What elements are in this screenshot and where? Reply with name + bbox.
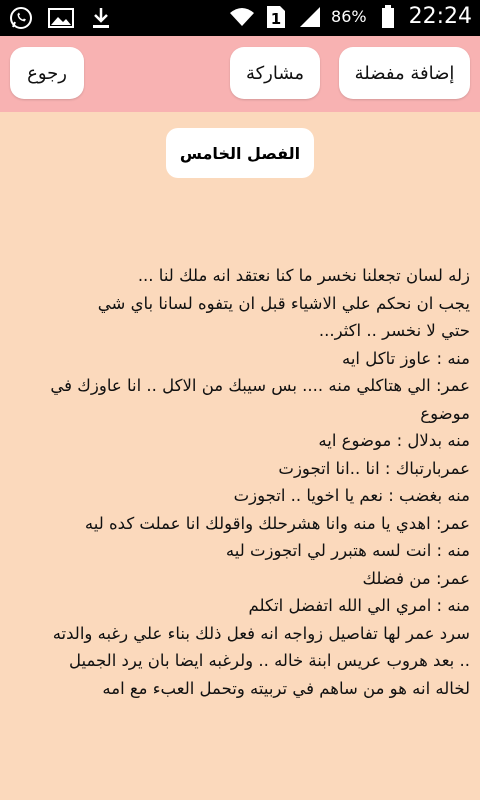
story-line: منه : عاوز تاكل ايه [341, 348, 470, 368]
story-line: سرد عمر لها تفاصيل زواجه انه فعل ذلك بنا… [52, 623, 470, 643]
sim-icon: 1 [263, 5, 289, 29]
notification-icons [8, 6, 114, 30]
chapter-title: الفصل الخامس [166, 128, 314, 178]
story-line: لخاله انه هو من ساهم في تربيته وتحمل الع… [102, 678, 470, 698]
signal-icon [297, 5, 323, 29]
story-line: .. بعد هروب عريس ابنة خاله .. ولرغبه ايض… [69, 651, 470, 670]
sim-badge: 1 [271, 10, 281, 28]
whatsapp-icon [8, 6, 34, 30]
share-button[interactable]: مشاركة [230, 47, 320, 99]
add-favorite-button[interactable]: إضافة مفضلة [339, 47, 470, 99]
action-bar: إضافة مفضلة مشاركة رجوع [0, 36, 480, 112]
story-line: منه بغضب : نعم يا اخويا .. اتجوزت [233, 486, 470, 505]
clock: 22:24 [408, 4, 472, 29]
story-line: منه : امري الي الله اتفضل اتكلم [248, 596, 470, 615]
status-bar: 1 86% 22:24 [0, 0, 480, 36]
back-button[interactable]: رجوع [10, 47, 84, 99]
story-line: عمر: اهدي يا منه وانا هشرحلك واقولك انا … [84, 513, 470, 533]
story-line: منه بدلال : موضوع ايه [318, 431, 470, 450]
story-line: موضوع [420, 403, 470, 423]
story-line: عمربارتباك : انا ..انا اتجوزت [278, 458, 470, 478]
battery-icon [375, 4, 401, 29]
story-line: عمر: الي هتاكلي منه .... بس سيبك من الاك… [50, 376, 470, 395]
story-line: منه : انت لسه هتبرر لي اتجوزت ليه [225, 541, 470, 560]
wifi-icon [229, 5, 255, 29]
download-icon [88, 6, 114, 30]
story-line: حتي لا نخسر .. اكثر... [318, 321, 470, 340]
system-icons: 1 86% 22:24 [229, 4, 472, 29]
image-icon [48, 6, 74, 30]
story-text: زله لسان تجعلنا نخسر ما كنا نعتقد انه مل… [12, 262, 470, 702]
story-line: يجب ان نحكم علي الاشياء قبل ان يتفوه لسا… [97, 293, 470, 313]
battery-percent: 86% [331, 7, 367, 26]
story-line: عمر: من فضلك [362, 568, 471, 588]
story-line: زله لسان تجعلنا نخسر ما كنا نعتقد انه مل… [137, 266, 470, 285]
